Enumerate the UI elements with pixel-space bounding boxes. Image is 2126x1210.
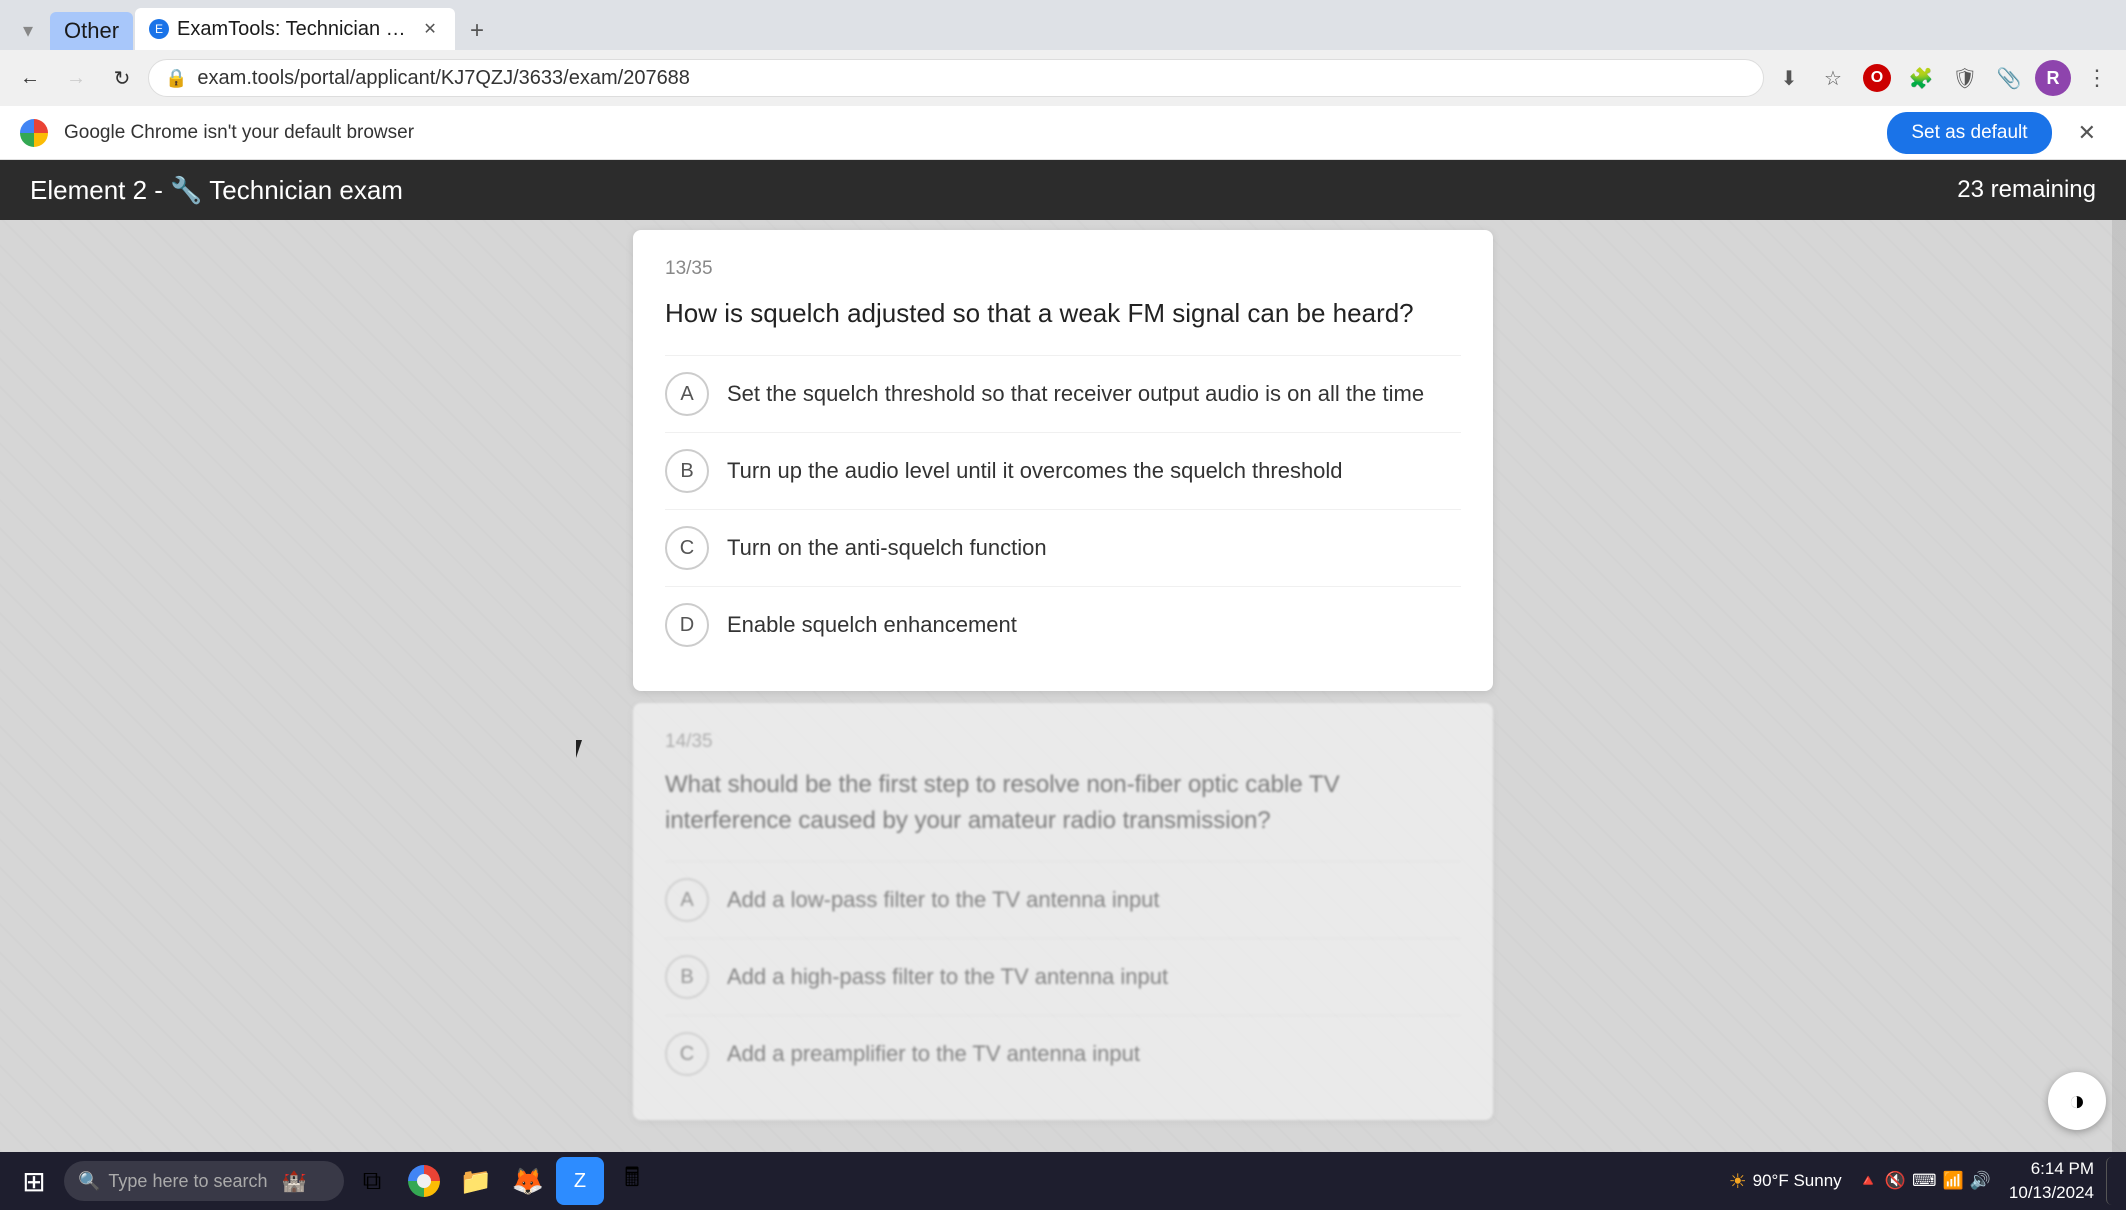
taskbar-files-icon[interactable]: 📁 xyxy=(452,1157,500,1205)
address-bar[interactable]: 🔒 exam.tools/portal/applicant/KJ7QZJ/363… xyxy=(148,59,1764,97)
taskbar-task-view[interactable]: ⧉ xyxy=(348,1157,396,1205)
option-text-13c: Turn on the anti-squelch function xyxy=(727,533,1047,564)
download-icon[interactable]: ⬇ xyxy=(1770,59,1808,97)
tab-favicon: E xyxy=(149,19,169,39)
taskbar-search-text: Type here to search xyxy=(108,1171,267,1192)
option-circle-14b: B xyxy=(665,955,709,999)
option-text-14c: Add a preamplifier to the TV antenna inp… xyxy=(727,1039,1140,1070)
start-button[interactable]: ⊞ xyxy=(8,1155,60,1207)
opera-icon[interactable]: O xyxy=(1858,59,1896,97)
keyboard-icon: ⌨ xyxy=(1912,1171,1937,1191)
time-text: 6:14 PM xyxy=(2009,1157,2094,1181)
show-desktop-button[interactable] xyxy=(2106,1157,2118,1205)
question-14-text: What should be the first step to resolve… xyxy=(665,767,1461,839)
option-circle-d: D xyxy=(665,603,709,647)
exam-remaining: 23 remaining xyxy=(1957,176,2096,204)
questions-area: 13/35 How is squelch adjusted so that a … xyxy=(0,230,2126,1152)
extensions-icon[interactable]: 🧩 xyxy=(1902,59,1940,97)
question-card-13: 13/35 How is squelch adjusted so that a … xyxy=(633,230,1493,691)
option-circle-14c: C xyxy=(665,1032,709,1076)
option-text-14a: Add a low-pass filter to the TV antenna … xyxy=(727,885,1160,916)
bitwarden-icon[interactable]: 🛡 xyxy=(1946,59,1984,97)
network-icon: 🔺 xyxy=(1858,1171,1879,1191)
new-tab-button[interactable]: + xyxy=(457,12,497,50)
option-circle-c: C xyxy=(665,526,709,570)
option-text-14b: Add a high-pass filter to the TV antenna… xyxy=(727,962,1168,993)
save-page-icon[interactable]: 📎 xyxy=(1990,59,2028,97)
option-circle-14a: A xyxy=(665,878,709,922)
main-content: 13/35 How is squelch adjusted so that a … xyxy=(0,220,2126,1152)
bookmark-icon[interactable]: ☆ xyxy=(1814,59,1852,97)
mic-icon: 🔇 xyxy=(1885,1171,1906,1191)
option-text-13d: Enable squelch enhancement xyxy=(727,610,1017,641)
opera-logo: O xyxy=(1863,64,1891,92)
tab-examtools[interactable]: E ExamTools: Technician License : ✕ xyxy=(135,8,455,50)
url-text: exam.tools/portal/applicant/KJ7QZJ/3633/… xyxy=(197,67,1747,90)
tab-group-other[interactable]: Other xyxy=(50,12,133,50)
taskbar-search-icon: 🔍 xyxy=(78,1171,100,1192)
back-button[interactable]: ← xyxy=(10,58,50,98)
option-text-13a: Set the squelch threshold so that receiv… xyxy=(727,379,1424,410)
exam-header: Element 2 - 🔧 Technician exam 23 remaini… xyxy=(0,160,2126,220)
answer-option-13c[interactable]: C Turn on the anti-squelch function xyxy=(665,509,1461,586)
forward-button[interactable]: → xyxy=(56,58,96,98)
option-circle-b: B xyxy=(665,449,709,493)
reload-button[interactable]: ↻ xyxy=(102,58,142,98)
set-default-button[interactable]: Set as default xyxy=(1887,112,2051,154)
tab-bar: ▾ Other E ExamTools: Technician License … xyxy=(0,0,2126,50)
notification-text: Google Chrome isn't your default browser xyxy=(64,122,1871,144)
answer-option-14c[interactable]: C Add a preamplifier to the TV antenna i… xyxy=(665,1015,1461,1092)
wifi-icon: 📶 xyxy=(1943,1171,1964,1191)
address-bar-row: ← → ↻ 🔒 exam.tools/portal/applicant/KJ7Q… xyxy=(0,50,2126,106)
question-13-text: How is squelch adjusted so that a weak F… xyxy=(665,294,1461,333)
taskbar: ⊞ 🔍 Type here to search 🏰 ⧉ 📁 🦊 Z 🖩 ☀ 90… xyxy=(0,1152,2126,1210)
taskbar-calc-icon[interactable]: 🖩 xyxy=(608,1157,656,1205)
notification-bar: Google Chrome isn't your default browser… xyxy=(0,106,2126,160)
menu-button[interactable]: ⋮ xyxy=(2078,59,2116,97)
taskbar-sys-icons: 🔺 🔇 ⌨ 📶 🔊 xyxy=(1852,1171,1997,1191)
exam-title: Element 2 - 🔧 Technician exam xyxy=(30,175,403,206)
question-card-14: 14/35 What should be the first step to r… xyxy=(633,703,1493,1120)
volume-icon: 🔊 xyxy=(1970,1171,1991,1191)
tab-group-scroll-left[interactable]: ▾ xyxy=(8,10,48,50)
option-text-13b: Turn up the audio level until it overcom… xyxy=(727,456,1343,487)
color-adjust-button[interactable]: ◑ xyxy=(2048,1072,2106,1130)
date-text: 10/13/2024 xyxy=(2009,1181,2094,1205)
profile-avatar: R xyxy=(2035,60,2071,96)
answer-option-13b[interactable]: B Turn up the audio level until it overc… xyxy=(665,432,1461,509)
answer-option-14b[interactable]: B Add a high-pass filter to the TV anten… xyxy=(665,938,1461,1015)
color-adjust-icon: ◑ xyxy=(2069,1085,2086,1117)
weather-icon: ☀ xyxy=(1729,1169,1747,1194)
answer-option-13d[interactable]: D Enable squelch enhancement xyxy=(665,586,1461,663)
answer-option-13a[interactable]: A Set the squelch threshold so that rece… xyxy=(665,355,1461,432)
option-circle-a: A xyxy=(665,372,709,416)
taskbar-weather[interactable]: ☀ 90°F Sunny xyxy=(1723,1169,1848,1194)
taskbar-search[interactable]: 🔍 Type here to search 🏰 xyxy=(64,1161,344,1201)
tab-title-text: ExamTools: Technician License : xyxy=(177,18,411,41)
taskbar-browser-icon[interactable] xyxy=(400,1157,448,1205)
weather-text: 90°F Sunny xyxy=(1753,1171,1842,1191)
question-14-number: 14/35 xyxy=(665,731,1461,753)
notification-close-button[interactable]: ✕ xyxy=(2068,116,2106,150)
tab-close-button[interactable]: ✕ xyxy=(419,18,441,40)
taskbar-right: ☀ 90°F Sunny 🔺 🔇 ⌨ 📶 🔊 6:14 PM 10/13/202… xyxy=(1723,1157,2118,1205)
taskbar-clock[interactable]: 6:14 PM 10/13/2024 xyxy=(2001,1157,2102,1205)
answer-option-14a[interactable]: A Add a low-pass filter to the TV antenn… xyxy=(665,861,1461,938)
taskbar-zoom-icon[interactable]: Z xyxy=(556,1157,604,1205)
question-13-number: 13/35 xyxy=(665,258,1461,280)
taskbar-firefox-icon[interactable]: 🦊 xyxy=(504,1157,552,1205)
profile-button[interactable]: R xyxy=(2034,59,2072,97)
chrome-logo-icon xyxy=(20,119,48,147)
